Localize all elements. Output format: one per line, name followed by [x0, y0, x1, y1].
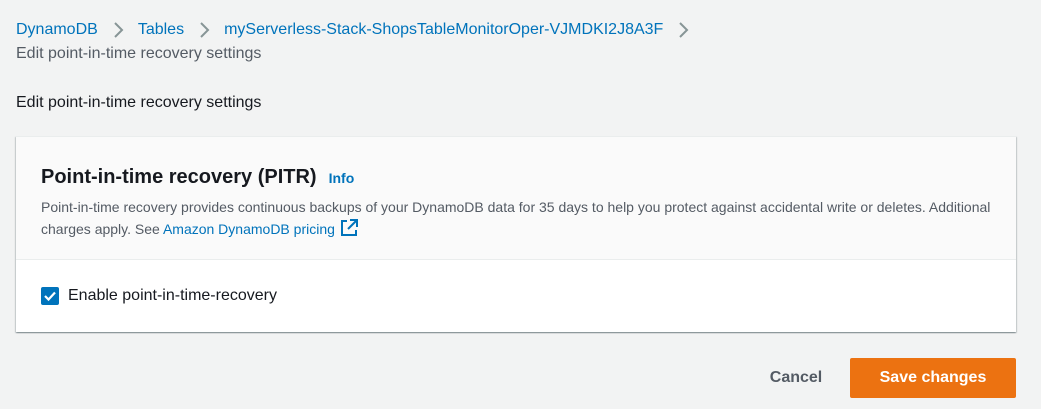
breadcrumb-dynamodb[interactable]: DynamoDB: [16, 18, 98, 42]
enable-pitr-checkbox[interactable]: [41, 287, 59, 305]
save-changes-button[interactable]: Save changes: [850, 358, 1016, 398]
cancel-button[interactable]: Cancel: [754, 358, 838, 398]
pitr-container-header: Point-in-time recovery (PITR) Info Point…: [16, 137, 1016, 260]
breadcrumb: DynamoDB Tables myServerless-Stack-Shops…: [16, 18, 703, 42]
breadcrumb-table-name[interactable]: myServerless-Stack-ShopsTableMonitorOper…: [224, 18, 663, 42]
pitr-title-row: Point-in-time recovery (PITR) Info: [41, 163, 354, 191]
pitr-container: Point-in-time recovery (PITR) Info Point…: [16, 136, 1016, 332]
pitr-title: Point-in-time recovery (PITR): [41, 166, 317, 188]
page: DynamoDB Tables myServerless-Stack-Shops…: [0, 0, 1041, 409]
checkmark-icon: [44, 291, 56, 302]
breadcrumb-current: Edit point-in-time recovery settings: [16, 45, 262, 62]
chevron-right-icon: [194, 20, 214, 40]
info-link[interactable]: Info: [329, 170, 355, 186]
enable-pitr-checkbox-row[interactable]: Enable point-in-time-recovery: [41, 285, 277, 307]
enable-pitr-label: Enable point-in-time-recovery: [68, 287, 277, 304]
chevron-right-icon: [673, 20, 693, 40]
external-link-icon[interactable]: [340, 219, 358, 237]
breadcrumb-tables[interactable]: Tables: [138, 18, 184, 42]
page-title: Edit point-in-time recovery settings: [16, 94, 262, 111]
chevron-right-icon: [108, 20, 128, 40]
pitr-description: Point-in-time recovery provides continuo…: [41, 196, 991, 240]
pricing-link[interactable]: Amazon DynamoDB pricing: [163, 221, 335, 237]
